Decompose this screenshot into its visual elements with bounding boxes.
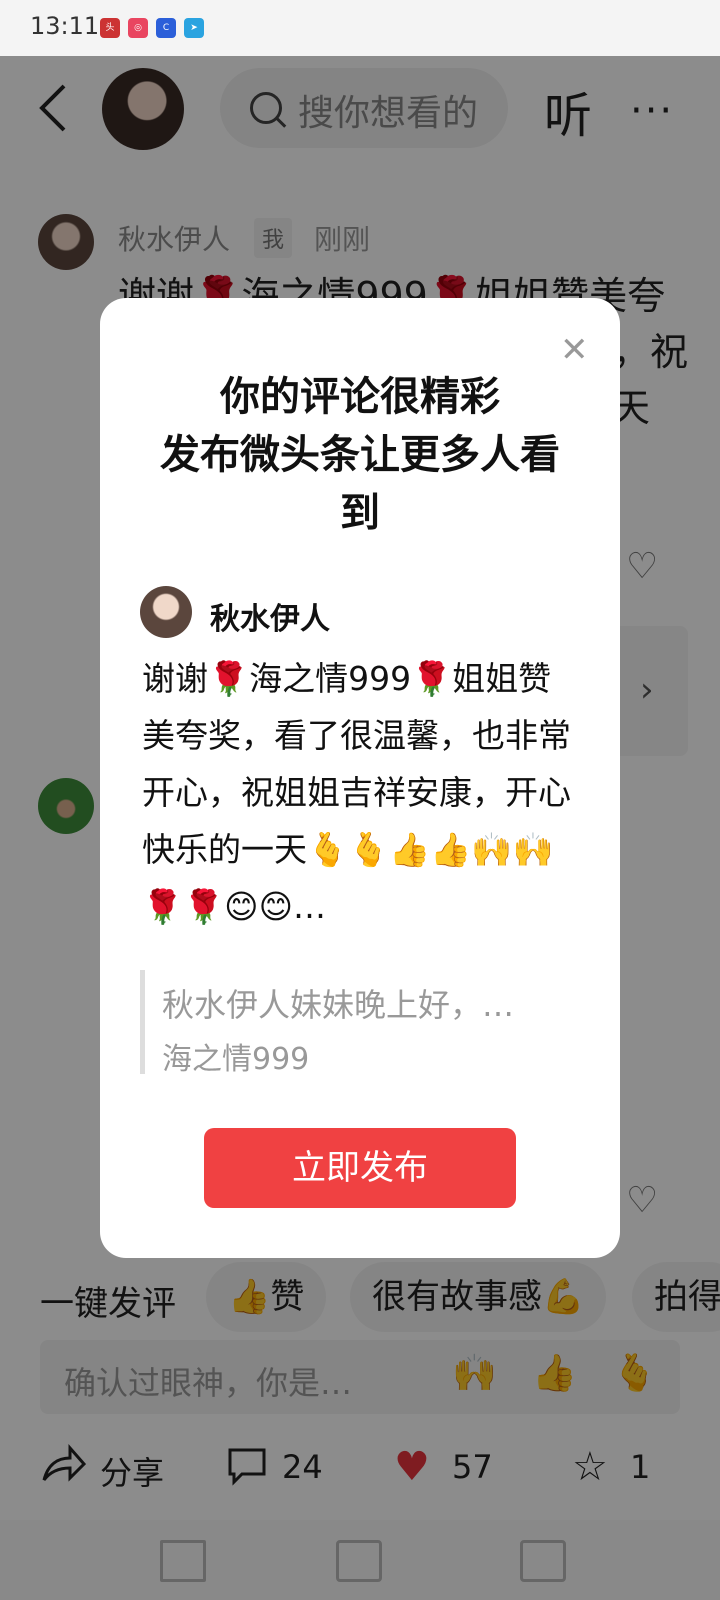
status-time: 13:11: [30, 12, 100, 40]
publish-button[interactable]: 立即发布: [204, 1128, 516, 1208]
dialog-author: 秋水伊人: [210, 602, 330, 637]
dialog-body: 谢谢🌹海之情999🌹姐姐赞美夸奖，看了很温馨，也非常开心，祝姐姐吉祥安康，开心快…: [142, 659, 571, 926]
dialog-title: 你的评论很精彩 发布微头条让更多人看 到: [160, 374, 560, 536]
quote-author: 海之情999: [162, 1042, 310, 1077]
toutiao-icon: 头: [100, 18, 120, 38]
close-icon[interactable]: ✕: [560, 330, 589, 370]
telegram-icon: ➤: [184, 18, 204, 38]
browser-icon: C: [156, 18, 176, 38]
quote-text: 秋水伊人妹妹晚上好，…: [162, 986, 515, 1024]
app-icon: ◎: [128, 18, 148, 38]
avatar: [140, 586, 192, 638]
quote-bar: [140, 970, 145, 1074]
